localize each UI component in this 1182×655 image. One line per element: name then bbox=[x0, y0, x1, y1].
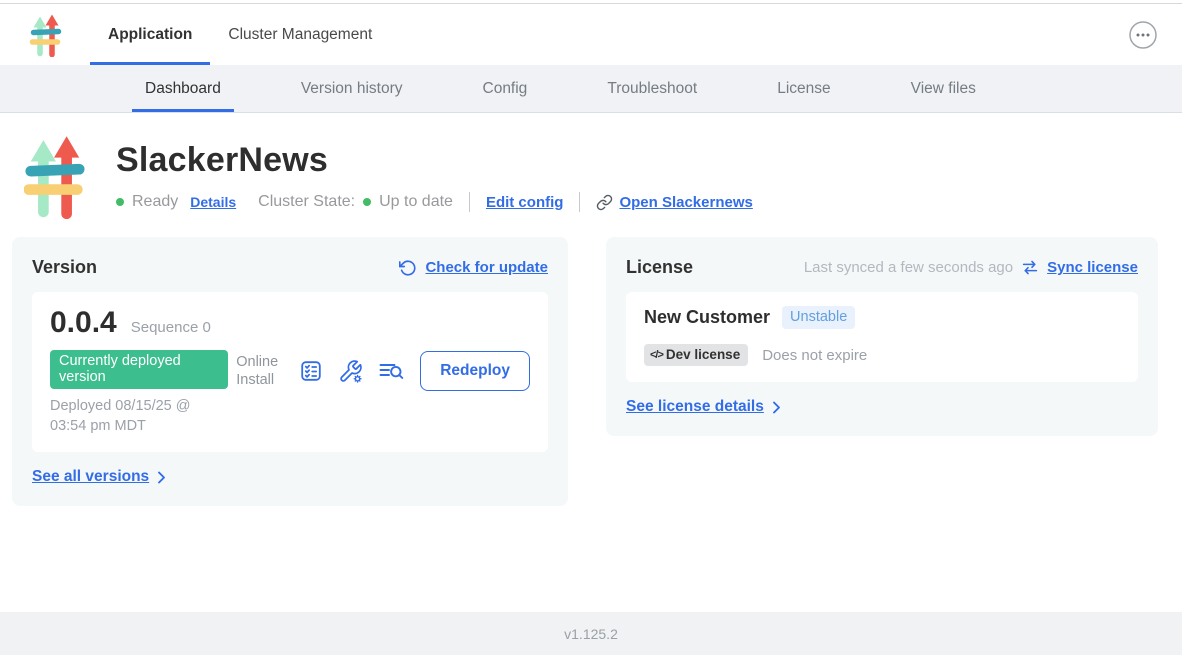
subnav-tab-troubleshoot[interactable]: Troubleshoot bbox=[607, 65, 697, 112]
primary-header: Application Cluster Management bbox=[0, 3, 1182, 65]
chain-link-icon bbox=[596, 194, 613, 211]
console-version: v1.125.2 bbox=[564, 626, 618, 642]
app-header: SlackerNews Ready Details Cluster State:… bbox=[0, 113, 1182, 219]
license-card: License Last synced a few seconds ago Sy… bbox=[606, 237, 1158, 436]
see-all-versions-label: See all versions bbox=[32, 468, 149, 486]
redeploy-button[interactable]: Redeploy bbox=[420, 351, 530, 391]
app-logo-large-icon bbox=[24, 133, 86, 219]
license-type-badge: </> Dev license bbox=[644, 344, 748, 366]
version-number: 0.0.4 bbox=[50, 306, 117, 340]
subnav-tab-view-files[interactable]: View files bbox=[911, 65, 976, 112]
cluster-state-value: Up to date bbox=[379, 193, 453, 211]
subnav-config-label: Config bbox=[483, 80, 528, 98]
view-logs-button[interactable] bbox=[378, 359, 405, 383]
deployed-status-badge: Currently deployed version bbox=[50, 350, 228, 389]
primary-nav: Application Cluster Management bbox=[90, 4, 390, 65]
version-card-title: Version bbox=[32, 257, 97, 278]
subnav-tab-config[interactable]: Config bbox=[483, 65, 528, 112]
console-footer: v1.125.2 bbox=[0, 612, 1182, 655]
app-subnav: Dashboard Version history Config Trouble… bbox=[0, 65, 1182, 113]
dashboard-cards: Version Check for update 0.0.4 Sequence … bbox=[0, 219, 1182, 506]
app-status-label: Ready bbox=[132, 193, 178, 211]
cluster-state-label: Cluster State: bbox=[258, 193, 355, 211]
checklist-icon bbox=[299, 359, 323, 383]
rotate-ccw-icon bbox=[399, 259, 417, 277]
sync-license-label: Sync license bbox=[1047, 259, 1138, 276]
last-synced-label: Last synced a few seconds ago bbox=[804, 259, 1013, 276]
deployed-timestamp: Deployed 08/15/25 @ 03:54 pm MDT bbox=[50, 397, 228, 436]
edit-config-link[interactable]: Edit config bbox=[486, 194, 564, 211]
tab-application-label: Application bbox=[108, 26, 192, 44]
more-options-button[interactable] bbox=[1128, 20, 1158, 50]
open-app-link[interactable]: Open Slackernews bbox=[596, 194, 752, 211]
lines-magnifier-icon bbox=[378, 359, 405, 383]
subnav-license-label: License bbox=[777, 80, 830, 98]
app-logo-icon bbox=[28, 13, 64, 57]
subnav-tab-dashboard[interactable]: Dashboard bbox=[145, 65, 221, 112]
license-expiry: Does not expire bbox=[762, 347, 867, 364]
tab-cluster-management-label: Cluster Management bbox=[228, 26, 372, 44]
check-for-update-link[interactable]: Check for update bbox=[399, 259, 548, 277]
preflight-checks-button[interactable] bbox=[299, 359, 323, 383]
install-type-label: Online Install bbox=[236, 353, 284, 389]
current-version-panel: 0.0.4 Sequence 0 Currently deployed vers… bbox=[32, 292, 548, 452]
tab-application[interactable]: Application bbox=[90, 4, 210, 65]
edit-config-button[interactable] bbox=[338, 359, 363, 384]
subnav-version-history-label: Version history bbox=[301, 80, 403, 98]
license-card-title: License bbox=[626, 257, 693, 278]
subnav-tab-version-history[interactable]: Version history bbox=[301, 65, 403, 112]
subnav-tab-license[interactable]: License bbox=[777, 65, 830, 112]
sync-license-link[interactable]: Sync license bbox=[1021, 259, 1138, 276]
version-card: Version Check for update 0.0.4 Sequence … bbox=[12, 237, 568, 506]
code-icon: </> bbox=[650, 349, 663, 361]
divider bbox=[469, 192, 470, 212]
divider bbox=[579, 192, 580, 212]
page-title: SlackerNews bbox=[116, 141, 753, 180]
chevron-right-icon bbox=[772, 401, 781, 414]
channel-badge: Unstable bbox=[782, 306, 855, 329]
admin-console-page: Application Cluster Management Dashboard… bbox=[0, 0, 1182, 655]
app-status-dot-icon bbox=[116, 198, 124, 206]
ellipsis-circle-icon bbox=[1128, 20, 1158, 50]
subnav-troubleshoot-label: Troubleshoot bbox=[607, 80, 697, 98]
swap-arrows-icon bbox=[1021, 259, 1039, 276]
wrench-gear-icon bbox=[338, 359, 363, 384]
open-app-label: Open Slackernews bbox=[619, 194, 752, 211]
subnav-dashboard-label: Dashboard bbox=[145, 80, 221, 98]
chevron-right-icon bbox=[157, 471, 166, 484]
app-status-row: Ready Details Cluster State: Up to date … bbox=[116, 192, 753, 212]
license-detail-panel: New Customer Unstable </> Dev license Do… bbox=[626, 292, 1138, 382]
cluster-state-dot-icon bbox=[363, 198, 371, 206]
see-all-versions-link[interactable]: See all versions bbox=[32, 468, 548, 486]
sequence-label: Sequence 0 bbox=[131, 319, 211, 336]
status-details-link[interactable]: Details bbox=[190, 194, 236, 210]
customer-name: New Customer bbox=[644, 307, 770, 328]
see-license-details-label: See license details bbox=[626, 398, 764, 416]
see-license-details-link[interactable]: See license details bbox=[626, 398, 1138, 416]
check-for-update-label: Check for update bbox=[425, 259, 548, 276]
tab-cluster-management[interactable]: Cluster Management bbox=[210, 4, 390, 65]
subnav-view-files-label: View files bbox=[911, 80, 976, 98]
license-type-label: Dev license bbox=[666, 347, 740, 362]
